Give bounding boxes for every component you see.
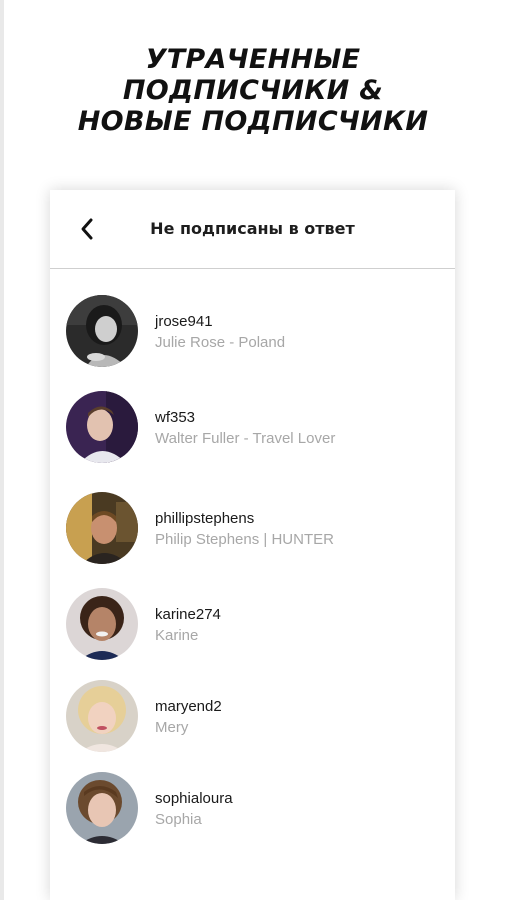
avatar xyxy=(66,680,138,752)
username: jrose941 xyxy=(155,313,213,330)
avatar xyxy=(66,492,138,564)
headline-line-1: УТРАЧЕННЫЕ xyxy=(145,44,361,75)
headline-line-3: НОВЫЕ ПОДПИСЧИКИ xyxy=(77,106,429,137)
avatar xyxy=(66,391,138,463)
list-item[interactable]: wf353 Walter Fuller - Travel Lover xyxy=(50,391,455,465)
screen-title: Не подписаны в ответ xyxy=(150,219,355,238)
list-item[interactable]: phillipstephens Philip Stephens | HUNTER xyxy=(50,492,455,566)
list-item[interactable]: karine274 Karine xyxy=(50,588,455,662)
list-item[interactable]: sophialoura Sophia xyxy=(50,772,455,846)
full-name: Sophia xyxy=(155,811,202,828)
username: phillipstephens xyxy=(155,510,255,527)
username: maryend2 xyxy=(155,698,222,715)
list-item[interactable]: jrose941 Julie Rose - Poland xyxy=(50,295,455,369)
phone-screen-card: Не подписаны в ответ jrose941 Julie Rose… xyxy=(50,190,455,900)
username: sophialoura xyxy=(155,790,233,807)
promo-headline: УТРАЧЕННЫЕ ПОДПИСЧИКИ & НОВЫЕ ПОДПИСЧИКИ xyxy=(0,44,506,137)
headline-line-2: ПОДПИСЧИКИ & xyxy=(122,75,384,106)
full-name: Walter Fuller - Travel Lover xyxy=(155,430,336,447)
list-item[interactable]: maryend2 Mery xyxy=(50,680,455,754)
screen-header: Не подписаны в ответ xyxy=(50,190,455,269)
full-name: Philip Stephens | HUNTER xyxy=(155,531,334,548)
full-name: Mery xyxy=(155,719,189,736)
avatar xyxy=(66,295,138,367)
avatar xyxy=(66,772,138,844)
full-name: Julie Rose - Poland xyxy=(155,334,286,351)
full-name: Karine xyxy=(155,627,199,644)
username: wf353 xyxy=(155,409,196,426)
avatar xyxy=(66,588,138,660)
username: karine274 xyxy=(155,606,221,623)
